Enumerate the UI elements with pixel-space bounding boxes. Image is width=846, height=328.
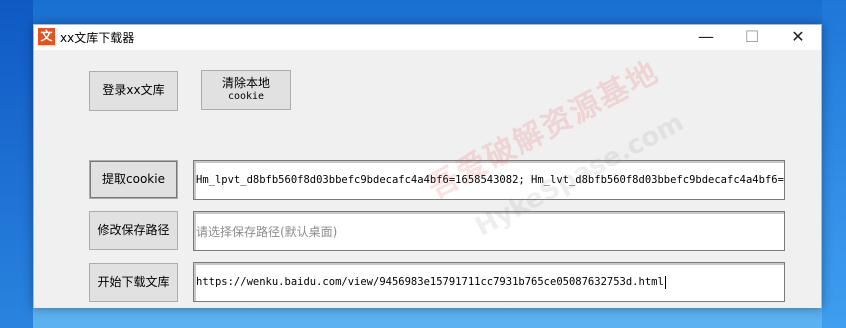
login-button-label: 登录xx文库	[102, 83, 165, 98]
window-title: xx文库下载器	[60, 31, 135, 45]
url-field-value: https://wenku.baidu.com/view/9456983e157…	[196, 276, 664, 288]
desktop-background-right	[822, 0, 846, 328]
clear-cookie-label-line1: 清除本地	[221, 76, 270, 91]
change-save-path-label: 修改保存路径	[97, 222, 170, 237]
start-download-button[interactable]: 开始下载文库	[89, 263, 178, 302]
change-save-path-button[interactable]: 修改保存路径	[89, 211, 178, 250]
minimize-button[interactable]: —	[683, 25, 729, 50]
app-icon: 文	[38, 28, 55, 45]
save-path-field[interactable]: 请选择保存路径(默认桌面)	[193, 211, 785, 251]
desktop-background-left	[0, 0, 33, 328]
clear-cookie-button[interactable]: 清除本地 cookie	[201, 70, 291, 110]
app-window: 文 xx文库下载器 — ☐ ✕ 登录xx文库 清除本地 cookie 提取coo…	[33, 24, 822, 308]
clear-cookie-label-line2: cookie	[227, 91, 265, 103]
save-path-placeholder: 请选择保存路径(默认桌面)	[196, 224, 338, 239]
cookie-field-value: Hm_lpvt_d8bfb560f8d03bbefc9bdecafc4a4bf6…	[196, 174, 785, 186]
extract-cookie-label: 提取cookie	[102, 171, 165, 186]
main-panel: 登录xx文库 清除本地 cookie 提取cookie Hm_lpvt_d8bf…	[34, 50, 821, 308]
text-caret	[664, 275, 666, 289]
login-button[interactable]: 登录xx文库	[89, 71, 178, 111]
extract-cookie-button[interactable]: 提取cookie	[89, 160, 178, 199]
start-download-label: 开始下载文库	[97, 274, 170, 289]
cookie-field[interactable]: Hm_lpvt_d8bfb560f8d03bbefc9bdecafc4a4bf6…	[193, 160, 785, 200]
url-field[interactable]: https://wenku.baidu.com/view/9456983e157…	[193, 262, 785, 302]
maximize-button[interactable]: ☐	[729, 25, 775, 50]
title-bar[interactable]: 文 xx文库下载器 — ☐ ✕	[34, 25, 821, 50]
close-button[interactable]: ✕	[775, 25, 821, 50]
